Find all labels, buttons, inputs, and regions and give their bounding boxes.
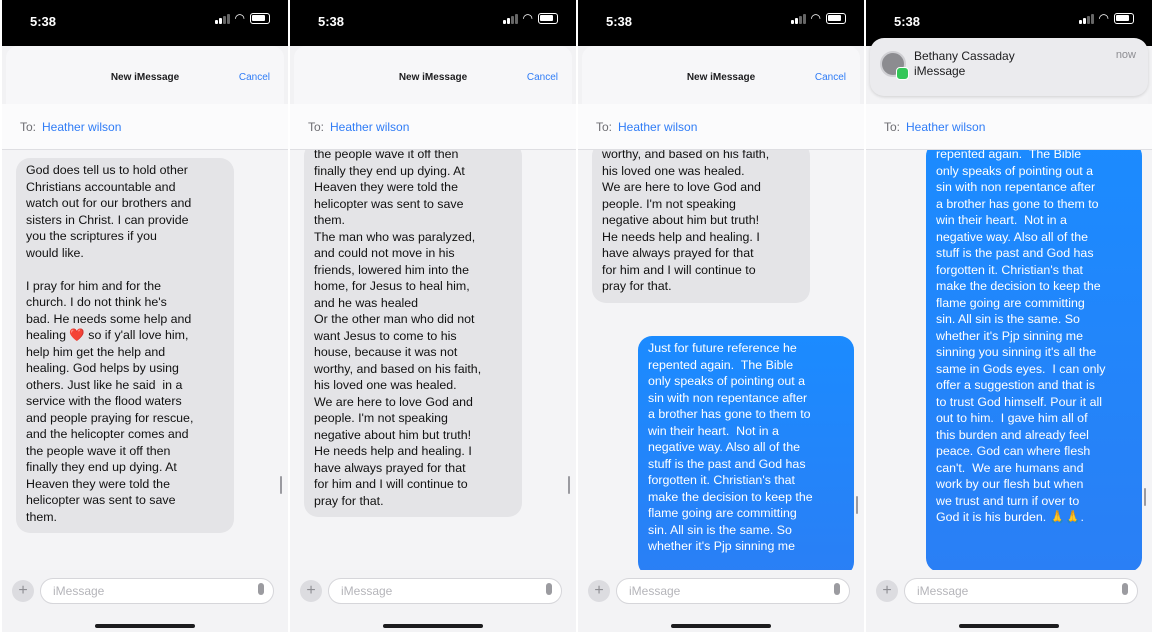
status-time: 5:38 xyxy=(606,14,633,29)
message-thread[interactable]: God does tell us to hold other Christian… xyxy=(2,150,288,570)
scroll-indicator[interactable] xyxy=(856,496,858,514)
scroll-indicator[interactable] xyxy=(280,476,282,494)
messages-app-icon xyxy=(896,67,909,80)
message-input[interactable] xyxy=(904,578,1138,604)
cancel-button[interactable]: Cancel xyxy=(239,72,270,83)
status-time: 5:38 xyxy=(30,14,57,29)
mic-icon[interactable] xyxy=(546,583,552,595)
battery-icon xyxy=(1114,12,1134,24)
battery-icon xyxy=(538,12,558,24)
recipient-name[interactable]: Heather wilson xyxy=(42,120,121,134)
status-time: 5:38 xyxy=(894,14,921,29)
status-time: 5:38 xyxy=(318,14,345,29)
message-input[interactable] xyxy=(40,578,274,604)
to-field[interactable]: To: Heather wilson xyxy=(866,104,1152,150)
compose-header: New iMessage Cancel xyxy=(294,46,572,104)
notification-banner[interactable]: Bethany Cassaday iMessage now xyxy=(870,38,1148,96)
notification-sender: Bethany Cassaday xyxy=(914,49,1015,63)
signal-icon xyxy=(790,13,806,24)
signal-icon xyxy=(502,13,518,24)
message-input[interactable] xyxy=(616,578,850,604)
status-bar: 5:38 ◠ xyxy=(290,0,576,46)
message-thread[interactable]: repented again. The Bible only speaks of… xyxy=(866,150,1152,570)
screenshot-panel-4: 5:38 ◠ Bethany Cassaday iMessage now To:… xyxy=(866,0,1152,632)
to-field[interactable]: To: Heather wilson xyxy=(290,104,576,150)
wifi-icon: ◠ xyxy=(234,11,245,25)
notification-app: iMessage xyxy=(914,64,966,78)
compose-bar: + xyxy=(290,570,576,632)
message-input[interactable] xyxy=(328,578,562,604)
status-icons: ◠ xyxy=(790,11,846,25)
outgoing-message-bubble: repented again. The Bible only speaks of… xyxy=(926,150,1142,570)
recipient-name[interactable]: Heather wilson xyxy=(906,120,985,134)
home-indicator[interactable] xyxy=(95,624,195,628)
compose-header: New iMessage Cancel xyxy=(6,46,284,104)
compose-header: New iMessage Cancel xyxy=(582,46,860,104)
scroll-indicator[interactable] xyxy=(568,476,570,494)
plus-icon[interactable]: + xyxy=(300,580,322,602)
recipient-name[interactable]: Heather wilson xyxy=(618,120,697,134)
signal-icon xyxy=(1078,13,1094,24)
to-field[interactable]: To: Heather wilson xyxy=(578,104,864,150)
incoming-message-bubble: God does tell us to hold other Christian… xyxy=(16,158,234,533)
screenshot-panel-1: 5:38 ◠ New iMessage Cancel To: Heather w… xyxy=(2,0,288,632)
mic-icon[interactable] xyxy=(1122,583,1128,595)
plus-icon[interactable]: + xyxy=(588,580,610,602)
message-thread[interactable]: worthy, and based on his faith, his love… xyxy=(578,150,864,570)
screenshot-panel-3: 5:38 ◠ New iMessage Cancel To: Heather w… xyxy=(578,0,864,632)
plus-icon[interactable]: + xyxy=(12,580,34,602)
status-icons: ◠ xyxy=(214,11,270,25)
home-indicator[interactable] xyxy=(383,624,483,628)
to-label: To: xyxy=(596,120,613,134)
screenshot-panel-2: 5:38 ◠ New iMessage Cancel To: Heather w… xyxy=(290,0,576,632)
status-bar: 5:38 ◠ xyxy=(578,0,864,46)
wifi-icon: ◠ xyxy=(522,11,533,25)
home-indicator[interactable] xyxy=(671,624,771,628)
scroll-indicator[interactable] xyxy=(1144,488,1146,506)
cancel-button[interactable]: Cancel xyxy=(815,72,846,83)
status-icons: ◠ xyxy=(502,11,558,25)
outgoing-message-bubble: Just for future reference he repented ag… xyxy=(638,336,854,570)
status-bar: 5:38 ◠ xyxy=(2,0,288,46)
battery-icon xyxy=(826,12,846,24)
wifi-icon: ◠ xyxy=(810,11,821,25)
compose-bar: + xyxy=(866,570,1152,632)
status-icons: ◠ xyxy=(1078,11,1134,25)
wifi-icon: ◠ xyxy=(1098,11,1109,25)
compose-bar: + xyxy=(578,570,864,632)
compose-bar: + xyxy=(2,570,288,632)
to-field[interactable]: To: Heather wilson xyxy=(2,104,288,150)
to-label: To: xyxy=(884,120,901,134)
message-thread[interactable]: the people wave it off then finally they… xyxy=(290,150,576,570)
to-label: To: xyxy=(20,120,37,134)
recipient-name[interactable]: Heather wilson xyxy=(330,120,409,134)
mic-icon[interactable] xyxy=(258,583,264,595)
incoming-message-bubble: worthy, and based on his faith, his love… xyxy=(592,150,810,303)
home-indicator[interactable] xyxy=(959,624,1059,628)
battery-icon xyxy=(250,12,270,24)
cancel-button[interactable]: Cancel xyxy=(527,72,558,83)
notification-time: now xyxy=(1115,49,1136,61)
mic-icon[interactable] xyxy=(834,583,840,595)
plus-icon[interactable]: + xyxy=(876,580,898,602)
signal-icon xyxy=(214,13,230,24)
incoming-message-bubble: the people wave it off then finally they… xyxy=(304,150,522,517)
to-label: To: xyxy=(308,120,325,134)
